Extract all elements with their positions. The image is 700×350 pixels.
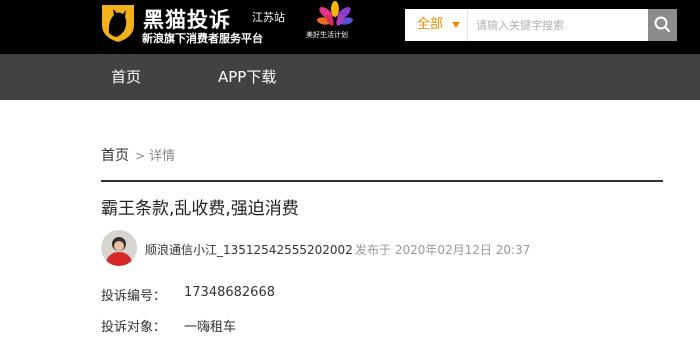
complaint-title: 霸王条款,乱收费,强迫消费 — [101, 199, 299, 219]
nav-item-app-download[interactable]: APP下载 — [218, 54, 276, 100]
flower-logo-icon[interactable] — [312, 1, 358, 31]
breadcrumb-current: 详情 — [149, 149, 176, 164]
main-nav: 首页 APP下载 — [0, 54, 700, 100]
field-complaint-number: 投诉编号： 17348682668 — [101, 285, 275, 304]
search-category-label: 全部 — [417, 17, 444, 32]
field-value: 17348682668 — [184, 285, 275, 300]
flower-caption: 美好生活计划 — [306, 31, 348, 39]
top-header: 黑猫投诉 新浪旗下消费者服务平台 江苏站 美好生活计划 全部 — [0, 0, 700, 54]
search-icon — [654, 16, 671, 33]
search-category-select[interactable]: 全部 — [405, 9, 467, 41]
field-label: 投诉对象： — [101, 320, 167, 335]
field-label: 投诉编号： — [101, 289, 167, 304]
breadcrumb-separator: > — [135, 149, 146, 163]
site-location[interactable]: 江苏站 — [252, 9, 285, 25]
user-avatar-image — [101, 230, 137, 266]
field-complaint-target: 投诉对象： 一嗨租车 — [101, 316, 236, 335]
field-value[interactable]: 一嗨租车 — [184, 316, 236, 335]
publish-time: 发布于 2020年02月12日 20:37 — [355, 243, 531, 257]
breadcrumb-home-link[interactable]: 首页 — [101, 148, 129, 164]
caret-down-icon — [452, 22, 460, 28]
divider — [101, 180, 663, 182]
search-bar: 全部 — [405, 9, 677, 41]
avatar[interactable] — [101, 230, 137, 266]
nav-item-home[interactable]: 首页 — [111, 54, 141, 100]
black-cat-logo-icon[interactable] — [100, 3, 136, 43]
search-input[interactable] — [467, 9, 648, 41]
author-name[interactable]: 顺浪通信小江_1351254255520200​2 — [145, 241, 353, 258]
brand-slogan: 新浪旗下消费者服务平台 — [142, 32, 263, 45]
search-button[interactable] — [648, 9, 677, 41]
breadcrumb: 首页 > 详情 — [101, 145, 175, 165]
